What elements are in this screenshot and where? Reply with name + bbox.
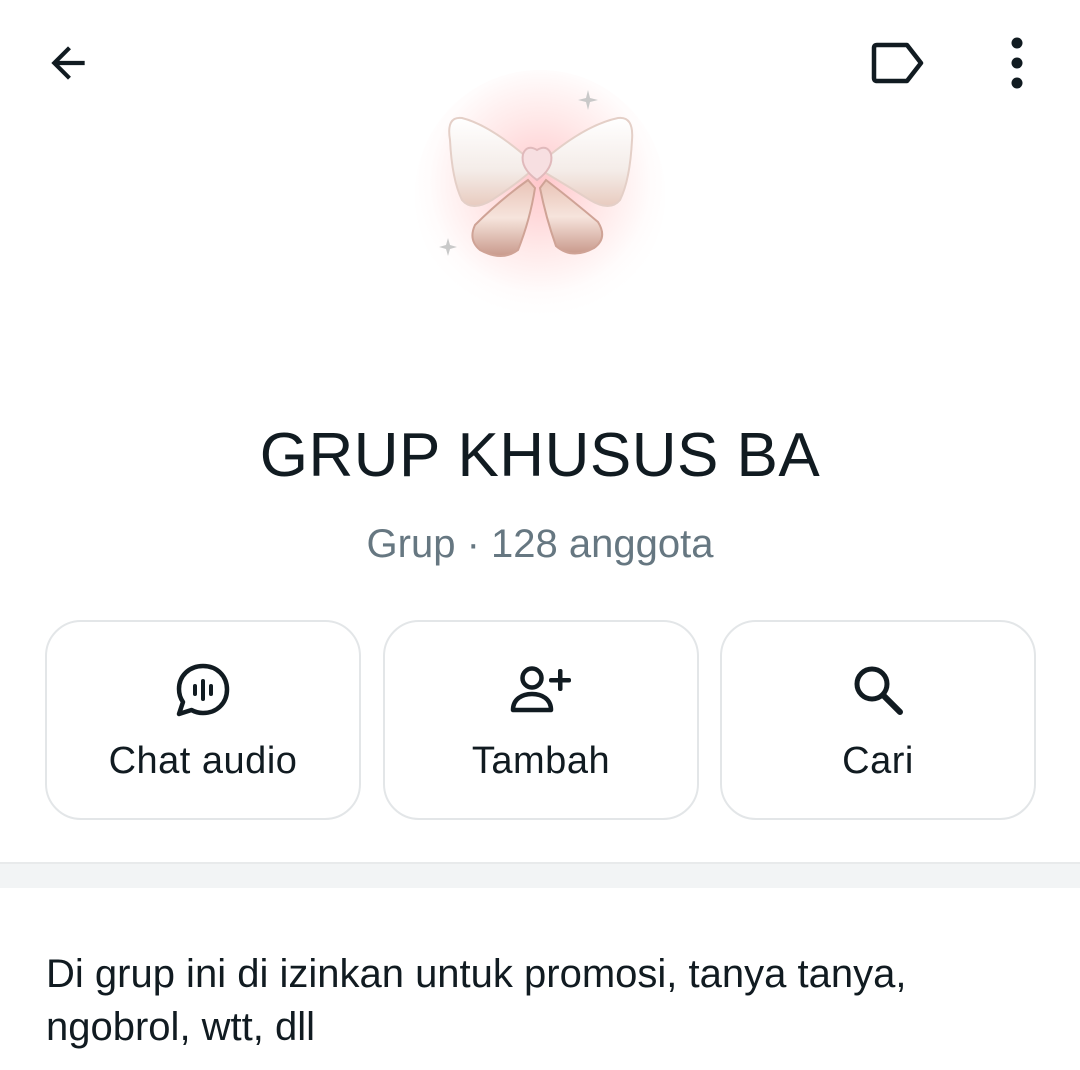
audio-chat-icon [176, 663, 230, 717]
action-buttons: Chat audio Tambah Cari [45, 620, 1036, 820]
add-member-button[interactable]: Tambah [383, 620, 699, 820]
group-subtitle: Grup · 128 anggota [366, 522, 714, 566]
group-name: GRUP KHUSUS BA [259, 421, 821, 490]
back-button[interactable] [30, 30, 106, 96]
audio-chat-icon-wrap [47, 660, 359, 720]
section-divider [0, 862, 1080, 888]
chat-audio-label: Chat audio [108, 740, 298, 782]
add-member-label: Tambah [471, 740, 611, 782]
arrow-left-icon [51, 46, 85, 80]
search-label: Cari [842, 740, 914, 782]
chat-audio-button[interactable]: Chat audio [45, 620, 361, 820]
search-icon-wrap [722, 660, 1034, 720]
pink-bow-avatar [439, 90, 634, 257]
more-options-button[interactable] [984, 28, 1050, 98]
search-icon [854, 666, 903, 715]
group-avatar[interactable] [380, 40, 700, 340]
label-button[interactable] [862, 30, 934, 96]
group-description[interactable]: Di grup ini di izinkan untuk promosi, ta… [46, 948, 1046, 1054]
more-vertical-icon [1011, 37, 1023, 89]
add-person-icon [510, 666, 571, 713]
label-tag-icon [871, 42, 924, 84]
search-button[interactable]: Cari [720, 620, 1036, 820]
add-person-icon-wrap [385, 660, 697, 720]
